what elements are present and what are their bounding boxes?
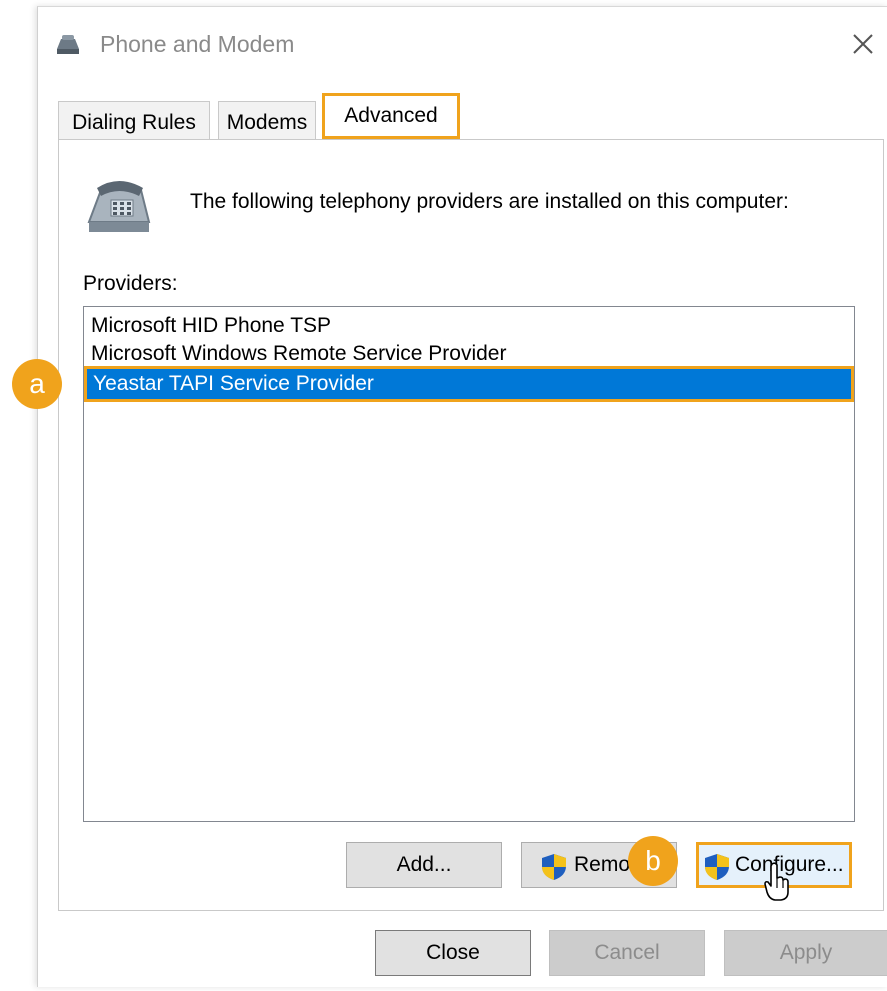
info-text: The following telephony providers are in… [190, 190, 789, 213]
close-icon[interactable] [848, 29, 878, 59]
close-button[interactable]: Close [375, 930, 531, 976]
providers-label: Providers: [83, 272, 178, 295]
window-title: Phone and Modem [100, 31, 295, 57]
phone-and-modem-dialog: Phone and Modem Dialing Rules Modems Adv… [37, 6, 887, 987]
list-item-selected[interactable]: Yeastar TAPI Service Provider [87, 369, 851, 399]
cancel-button[interactable]: Cancel [549, 930, 705, 976]
uac-shield-icon [542, 854, 566, 880]
title-bar: Phone and Modem [38, 7, 887, 83]
tab-advanced[interactable]: Advanced [322, 93, 460, 139]
providers-listbox[interactable]: Microsoft HID Phone TSP Microsoft Window… [83, 306, 855, 822]
telephone-icon [87, 181, 151, 232]
callout-a: a [12, 359, 62, 409]
callout-b: b [628, 836, 678, 886]
list-item[interactable]: Microsoft Windows Remote Service Provide… [91, 339, 506, 369]
tab-dialing-rules[interactable]: Dialing Rules [58, 101, 210, 141]
advanced-panel: The following telephony providers are in… [58, 139, 884, 911]
apply-button[interactable]: Apply [724, 930, 887, 976]
uac-shield-icon [705, 854, 729, 880]
tab-modems[interactable]: Modems [218, 101, 316, 141]
list-item[interactable]: Microsoft HID Phone TSP [91, 311, 331, 341]
add-button[interactable]: Add... [346, 842, 502, 888]
phone-modem-icon [57, 35, 79, 54]
hand-cursor-icon [764, 862, 789, 901]
